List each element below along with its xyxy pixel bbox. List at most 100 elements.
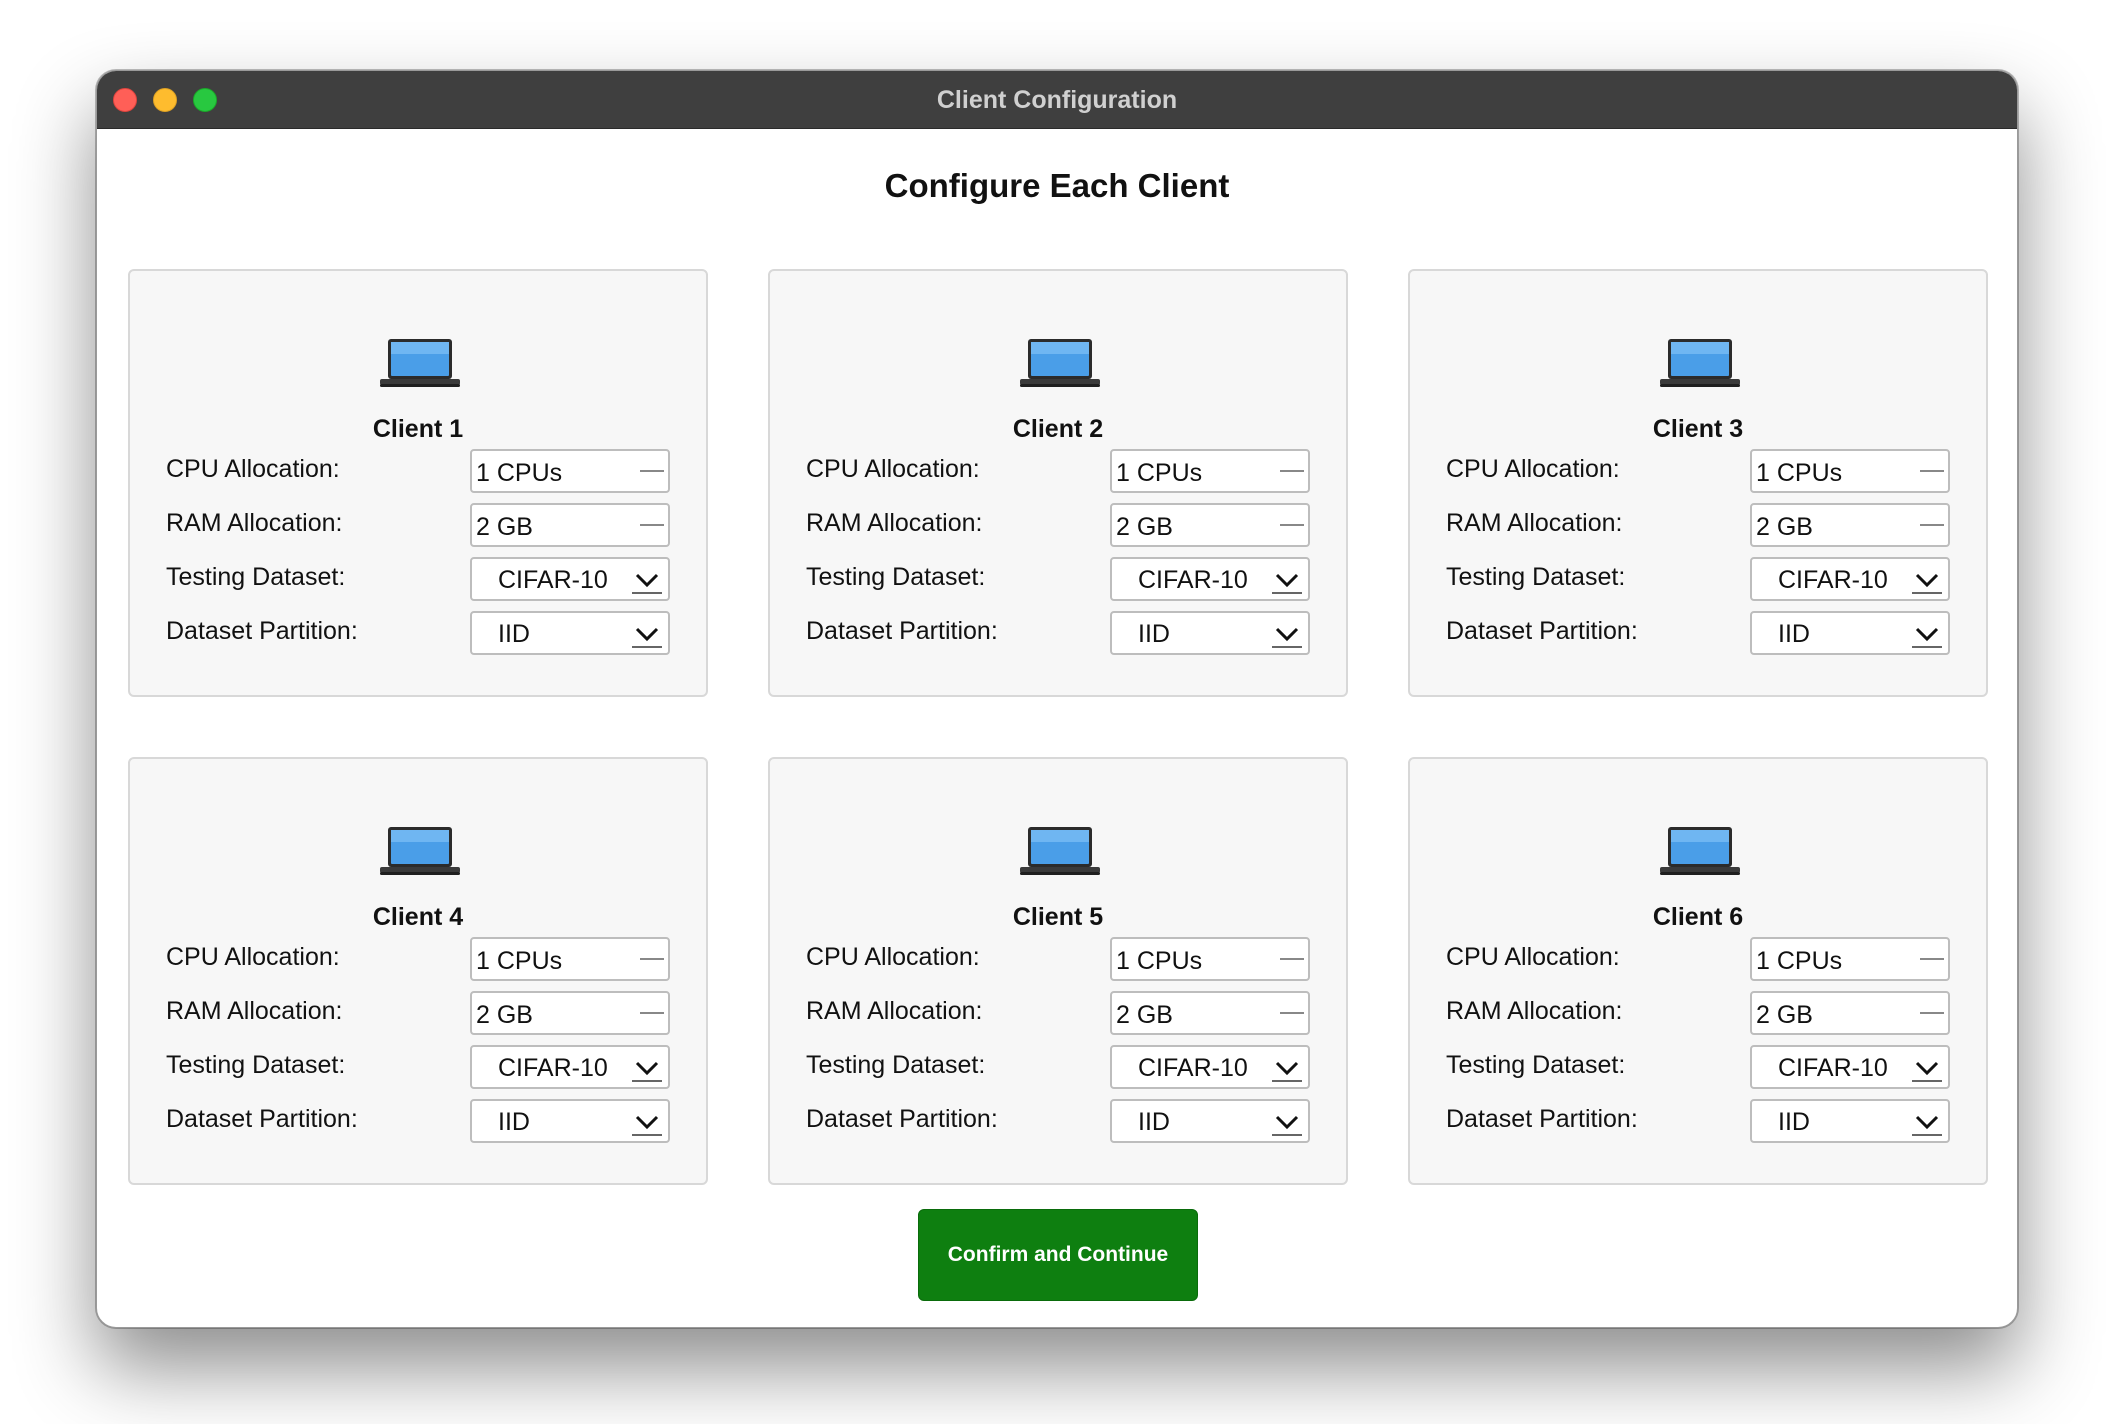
cpu-allocation-value: 1 CPUs (1116, 947, 1203, 975)
dataset-partition-value: IID (498, 620, 530, 648)
cpu-allocation-spinbox[interactable]: 1 CPUs (1750, 449, 1950, 493)
client-name: Client 5 (1012, 903, 1104, 931)
ram-stepper-control[interactable] (1278, 507, 1306, 543)
cpu-allocation-label: CPU Allocation: (806, 943, 980, 971)
client-configuration-window: Client Configuration Configure Each Clie… (96, 70, 2018, 1328)
cpu-allocation-label: CPU Allocation: (166, 943, 340, 971)
cpu-allocation-label: CPU Allocation: (806, 455, 980, 483)
chevron-down-icon (1912, 573, 1942, 594)
ram-allocation-spinbox[interactable]: 2 GB (1750, 503, 1950, 547)
chevron-down-icon (1272, 1115, 1302, 1136)
dataset-partition-label: Dataset Partition: (166, 1105, 358, 1133)
testing-dataset-label: Testing Dataset: (166, 1051, 346, 1079)
cpu-stepper-control[interactable] (1918, 453, 1946, 489)
testing-dataset-dropdown[interactable]: CIFAR-10 (470, 557, 670, 601)
dataset-partition-value: IID (1778, 620, 1810, 648)
ram-allocation-value: 2 GB (476, 1001, 533, 1029)
testing-dataset-dropdown[interactable]: CIFAR-10 (1750, 557, 1950, 601)
cpu-allocation-spinbox[interactable]: 1 CPUs (1750, 937, 1950, 981)
title-bar[interactable]: Client Configuration (97, 71, 2017, 129)
chevron-down-icon (1912, 1061, 1942, 1082)
cpu-allocation-value: 1 CPUs (476, 459, 563, 487)
client-card-3: Client 3 CPU Allocation: 1 CPUs RAM Allo… (1408, 269, 1988, 697)
testing-dataset-value: CIFAR-10 (498, 1054, 608, 1082)
ram-allocation-label: RAM Allocation: (1446, 997, 1623, 1025)
dataset-partition-label: Dataset Partition: (166, 617, 358, 645)
testing-dataset-value: CIFAR-10 (1778, 1054, 1888, 1082)
laptop-icon (1020, 339, 1100, 387)
cpu-stepper-control[interactable] (1278, 453, 1306, 489)
cpu-allocation-spinbox[interactable]: 1 CPUs (1110, 449, 1310, 493)
ram-allocation-label: RAM Allocation: (1446, 509, 1623, 537)
laptop-icon (1020, 827, 1100, 875)
testing-dataset-dropdown[interactable]: CIFAR-10 (1110, 557, 1310, 601)
cpu-allocation-spinbox[interactable]: 1 CPUs (470, 937, 670, 981)
dataset-partition-dropdown[interactable]: IID (1110, 611, 1310, 655)
ram-allocation-label: RAM Allocation: (166, 997, 343, 1025)
chevron-down-icon (1272, 1061, 1302, 1082)
client-card-2: Client 2 CPU Allocation: 1 CPUs RAM Allo… (768, 269, 1348, 697)
chevron-down-icon (632, 1115, 662, 1136)
dataset-partition-dropdown[interactable]: IID (1750, 611, 1950, 655)
testing-dataset-label: Testing Dataset: (166, 563, 346, 591)
testing-dataset-dropdown[interactable]: CIFAR-10 (470, 1045, 670, 1089)
testing-dataset-dropdown[interactable]: CIFAR-10 (1750, 1045, 1950, 1089)
client-name: Client 6 (1652, 903, 1744, 931)
cpu-allocation-spinbox[interactable]: 1 CPUs (470, 449, 670, 493)
ram-allocation-label: RAM Allocation: (166, 509, 343, 537)
dataset-partition-label: Dataset Partition: (806, 617, 998, 645)
laptop-icon (380, 827, 460, 875)
cpu-allocation-value: 1 CPUs (1116, 459, 1203, 487)
dataset-partition-value: IID (1138, 1108, 1170, 1136)
chevron-down-icon (1272, 627, 1302, 648)
cpu-allocation-spinbox[interactable]: 1 CPUs (1110, 937, 1310, 981)
cpu-allocation-label: CPU Allocation: (1446, 943, 1620, 971)
page-heading: Configure Each Client (884, 167, 1230, 204)
chevron-down-icon (1912, 1115, 1942, 1136)
client-card-6: Client 6 CPU Allocation: 1 CPUs RAM Allo… (1408, 757, 1988, 1185)
ram-allocation-spinbox[interactable]: 2 GB (470, 991, 670, 1035)
dataset-partition-value: IID (498, 1108, 530, 1136)
chevron-down-icon (1272, 573, 1302, 594)
ram-stepper-control[interactable] (1918, 507, 1946, 543)
client-name: Client 1 (372, 415, 464, 443)
cpu-stepper-control[interactable] (1278, 941, 1306, 977)
dataset-partition-dropdown[interactable]: IID (1750, 1099, 1950, 1143)
cpu-stepper-control[interactable] (1918, 941, 1946, 977)
ram-allocation-label: RAM Allocation: (806, 509, 983, 537)
ram-stepper-control[interactable] (1278, 995, 1306, 1031)
dataset-partition-dropdown[interactable]: IID (470, 1099, 670, 1143)
client-name: Client 3 (1652, 415, 1744, 443)
window-title: Client Configuration (936, 86, 1178, 114)
ram-allocation-value: 2 GB (1756, 1001, 1813, 1029)
confirm-and-continue-button[interactable]: Confirm and Continue (918, 1209, 1198, 1301)
dataset-partition-dropdown[interactable]: IID (470, 611, 670, 655)
ram-allocation-spinbox[interactable]: 2 GB (1750, 991, 1950, 1035)
ram-allocation-value: 2 GB (1116, 513, 1173, 541)
ram-allocation-value: 2 GB (1756, 513, 1813, 541)
ram-stepper-control[interactable] (638, 995, 666, 1031)
dataset-partition-label: Dataset Partition: (1446, 1105, 1638, 1133)
ram-allocation-label: RAM Allocation: (806, 997, 983, 1025)
client-card-1: Client 1 CPU Allocation: 1 CPUs RAM Allo… (128, 269, 708, 697)
dataset-partition-value: IID (1138, 620, 1170, 648)
testing-dataset-label: Testing Dataset: (1446, 563, 1626, 591)
testing-dataset-dropdown[interactable]: CIFAR-10 (1110, 1045, 1310, 1089)
cpu-stepper-control[interactable] (638, 453, 666, 489)
cpu-allocation-label: CPU Allocation: (166, 455, 340, 483)
ram-allocation-spinbox[interactable]: 2 GB (1110, 991, 1310, 1035)
dataset-partition-dropdown[interactable]: IID (1110, 1099, 1310, 1143)
cpu-allocation-value: 1 CPUs (1756, 459, 1843, 487)
dataset-partition-value: IID (1778, 1108, 1810, 1136)
chevron-down-icon (1912, 627, 1942, 648)
testing-dataset-value: CIFAR-10 (498, 566, 608, 594)
ram-stepper-control[interactable] (638, 507, 666, 543)
client-name: Client 2 (1012, 415, 1104, 443)
cpu-stepper-control[interactable] (638, 941, 666, 977)
laptop-icon (380, 339, 460, 387)
chevron-down-icon (632, 573, 662, 594)
ram-allocation-spinbox[interactable]: 2 GB (1110, 503, 1310, 547)
laptop-icon (1660, 339, 1740, 387)
ram-allocation-spinbox[interactable]: 2 GB (470, 503, 670, 547)
ram-stepper-control[interactable] (1918, 995, 1946, 1031)
